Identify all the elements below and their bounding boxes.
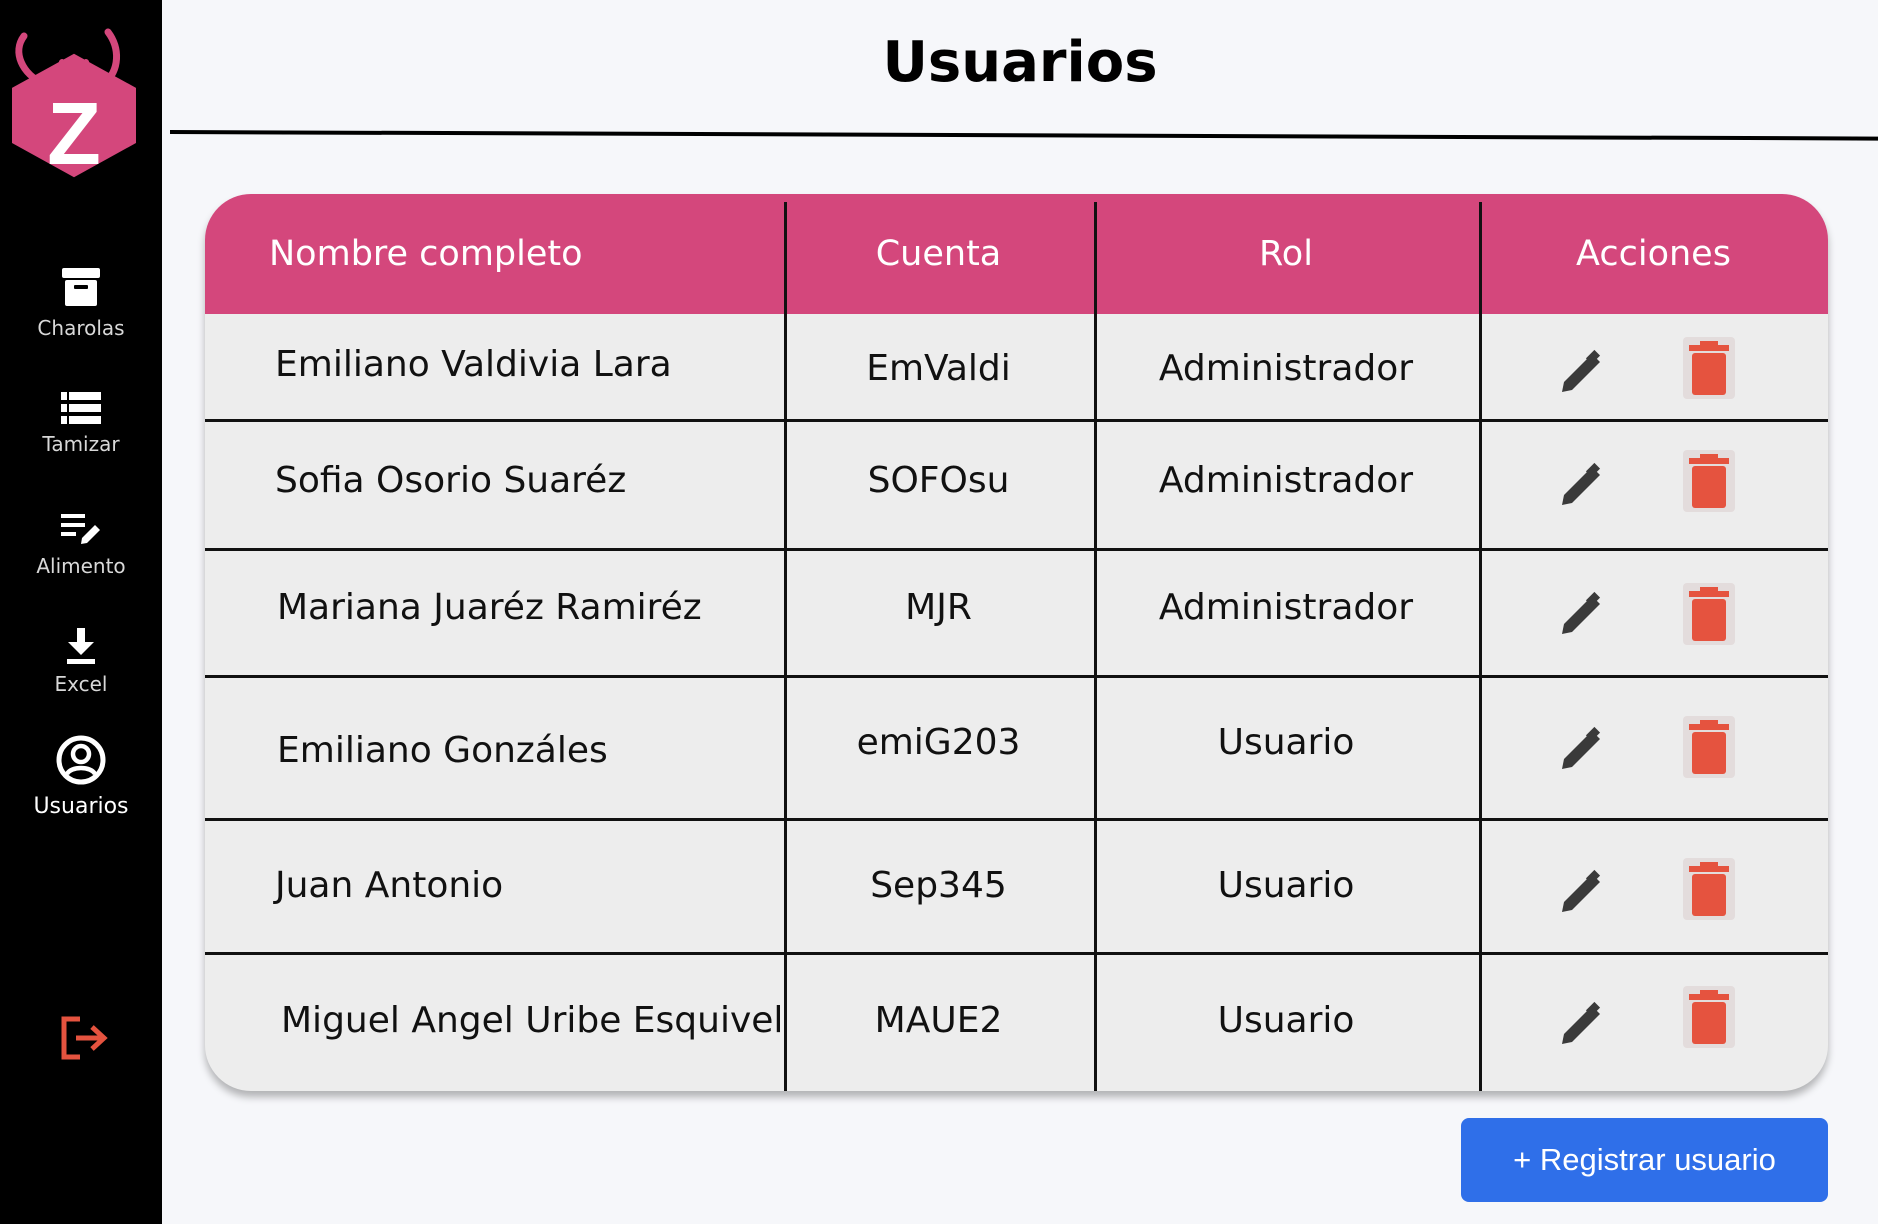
- delete-button[interactable]: [1683, 450, 1735, 512]
- column-header-role: Rol: [1259, 234, 1313, 274]
- page-title: Usuarios: [882, 30, 1158, 95]
- table-row: Mariana Juaréz Ramiréz MJR Administrador: [205, 551, 1828, 675]
- user-role: Administrador: [1158, 460, 1414, 501]
- user-role: Usuario: [1217, 1000, 1355, 1041]
- trash-icon: [1689, 862, 1729, 916]
- users-table: Nombre completo Cuenta Rol Acciones Emil…: [205, 194, 1828, 1091]
- user-account: emiG203: [856, 722, 1021, 763]
- pencil-icon[interactable]: [1559, 462, 1605, 508]
- sidebar-item-label: Usuarios: [33, 794, 129, 819]
- register-user-button[interactable]: + Registrar usuario: [1461, 1118, 1828, 1202]
- column-header-actions: Acciones: [1576, 234, 1731, 274]
- table-row: Emiliano Valdivia Lara EmValdi Administr…: [205, 314, 1828, 419]
- sidebar-item-label: Tamizar: [42, 432, 120, 456]
- archive-box-icon: [62, 268, 100, 306]
- title-divider: [169, 130, 1878, 141]
- sidebar-item-usuarios[interactable]: Usuarios: [0, 734, 162, 819]
- delete-button[interactable]: [1683, 986, 1735, 1048]
- trash-icon: [1689, 454, 1729, 508]
- user-role: Administrador: [1158, 587, 1414, 628]
- trash-icon: [1689, 341, 1729, 395]
- user-account: SOFOsu: [867, 460, 1010, 501]
- trash-icon: [1689, 720, 1729, 774]
- app-logo[interactable]: Z: [8, 22, 138, 190]
- sidebar-item-charolas[interactable]: Charolas: [0, 266, 162, 340]
- user-account: MAUE2: [874, 1000, 1003, 1041]
- sidebar: Z Charolas Tamizar Alimento Excel Usuari…: [0, 0, 162, 1224]
- trash-icon: [1689, 990, 1729, 1044]
- sidebar-item-tamizar[interactable]: Tamizar: [0, 392, 162, 456]
- logout-icon[interactable]: [60, 1015, 110, 1061]
- column-header-account: Cuenta: [875, 234, 1002, 274]
- table-row: Emiliano Gonzáles emiG203 Usuario: [205, 678, 1828, 818]
- delete-button[interactable]: [1683, 337, 1735, 399]
- user-role: Usuario: [1217, 865, 1355, 906]
- pencil-icon[interactable]: [1559, 726, 1605, 772]
- table-row: Juan Antonio Sep345 Usuario: [205, 821, 1828, 952]
- pencil-icon[interactable]: [1559, 869, 1605, 915]
- table-row: Miguel Angel Uribe Esquivel MAUE2 Usuari…: [205, 955, 1828, 1091]
- pencil-icon[interactable]: [1559, 1001, 1605, 1047]
- user-role: Administrador: [1158, 348, 1414, 389]
- user-name: Miguel Angel Uribe Esquivel: [281, 1000, 784, 1041]
- table-header: Nombre completo Cuenta Rol Acciones: [205, 194, 1828, 314]
- user-account: EmValdi: [866, 348, 1011, 389]
- column-header-name: Nombre completo: [269, 234, 583, 274]
- user-role: Usuario: [1217, 722, 1355, 763]
- svg-text:Z: Z: [47, 84, 101, 183]
- user-name: Emiliano Valdivia Lara: [275, 344, 672, 385]
- table-row: Sofia Osorio Suaréz SOFOsu Administrador: [205, 422, 1828, 548]
- edit-list-icon: [61, 514, 100, 544]
- trash-icon: [1689, 587, 1729, 641]
- delete-button[interactable]: [1683, 858, 1735, 920]
- user-name: Emiliano Gonzáles: [277, 730, 608, 771]
- list-rows-icon: [61, 392, 101, 424]
- sidebar-item-label: Alimento: [36, 554, 126, 578]
- pencil-icon[interactable]: [1559, 349, 1605, 395]
- delete-button[interactable]: [1683, 716, 1735, 778]
- download-icon: [67, 628, 95, 664]
- delete-button[interactable]: [1683, 583, 1735, 645]
- user-name: Juan Antonio: [275, 865, 504, 906]
- user-name: Sofia Osorio Suaréz: [275, 460, 627, 501]
- user-account: MJR: [905, 587, 972, 628]
- user-account: Sep345: [870, 865, 1007, 906]
- sidebar-item-excel[interactable]: Excel: [0, 628, 162, 696]
- sidebar-item-alimento[interactable]: Alimento: [0, 512, 162, 578]
- pencil-icon[interactable]: [1559, 591, 1605, 637]
- sidebar-item-label: Charolas: [37, 316, 125, 340]
- user-name: Mariana Juaréz Ramiréz: [277, 587, 702, 628]
- user-circle-icon: [56, 735, 106, 785]
- sidebar-item-label: Excel: [54, 672, 108, 696]
